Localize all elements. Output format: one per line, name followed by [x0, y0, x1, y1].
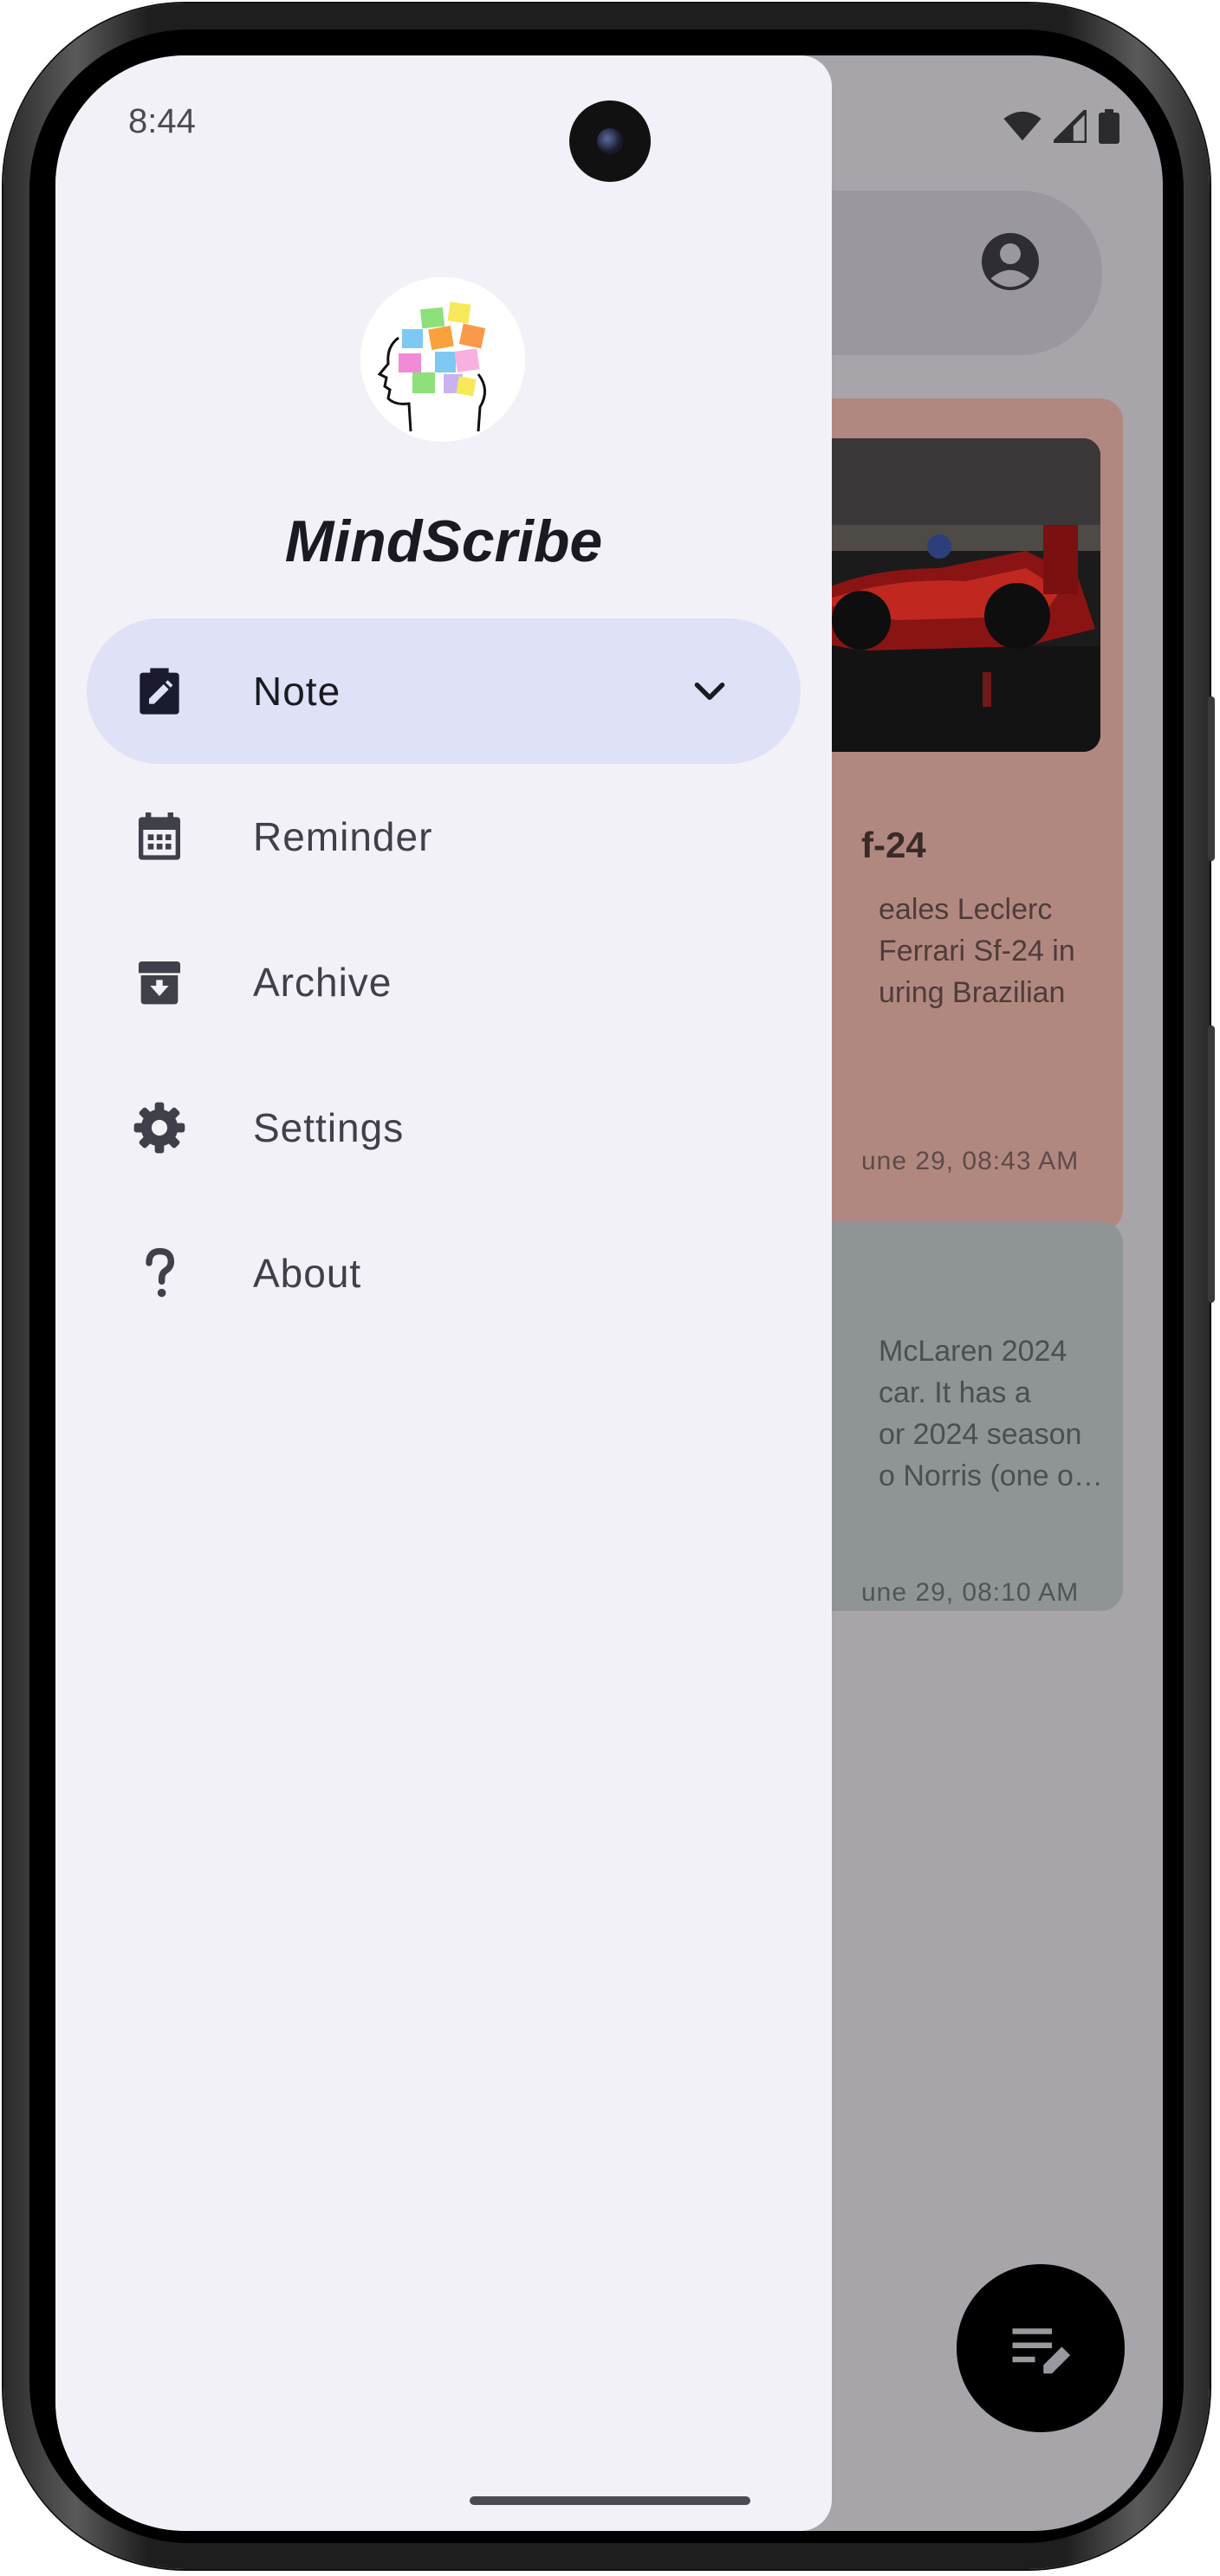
wifi-icon: [1003, 111, 1042, 141]
drawer-item-settings[interactable]: Settings: [87, 1055, 801, 1201]
power-button: [1208, 696, 1215, 861]
archive-icon: [139, 961, 180, 1005]
drawer-item-label: Archive: [253, 960, 393, 1005]
note-date: une 29, 08:10 AM: [861, 1578, 1080, 1607]
volume-button: [1208, 1026, 1215, 1303]
app-name: MindScribe: [284, 508, 603, 574]
battery-icon: [1099, 109, 1119, 144]
gear-icon: [133, 1102, 185, 1154]
calendar-icon: [139, 812, 180, 860]
drawer-item-note[interactable]: Note: [87, 618, 801, 764]
screen: f-24 eales Leclerc Ferrari Sf-24 in urin…: [55, 55, 1163, 2531]
status-time: 8:44: [128, 102, 196, 140]
question-mark-icon: [146, 1247, 175, 1298]
drawer-item-reminder[interactable]: Reminder: [87, 764, 801, 909]
drawer-item-archive[interactable]: Archive: [87, 909, 801, 1055]
drawer-item-label: About: [253, 1251, 362, 1296]
navigation-drawer: 8:44 MindScribe Note Reminder Archive Se…: [55, 55, 832, 2531]
phone-frame: f-24 eales Leclerc Ferrari Sf-24 in urin…: [3, 3, 1215, 2569]
home-indicator[interactable]: [470, 2496, 750, 2505]
note-body: McLaren 2024 car. It has a or 2024 seaso…: [879, 1335, 1103, 1492]
account-circle-icon[interactable]: [979, 230, 1042, 293]
status-icons: [1003, 109, 1119, 144]
note-body: eales Leclerc Ferrari Sf-24 in uring Bra…: [879, 893, 1075, 1009]
chevron-down-icon[interactable]: [688, 670, 731, 713]
signal-icon: [1054, 110, 1087, 143]
new-note-icon: [1012, 2328, 1071, 2374]
app-logo: [360, 277, 525, 442]
drawer-item-label: Settings: [253, 1105, 405, 1150]
new-note-fab[interactable]: [957, 2264, 1125, 2432]
note-date: une 29, 08:43 AM: [861, 1147, 1080, 1175]
note-edit-icon: [140, 668, 179, 715]
note-title: f-24: [861, 825, 926, 865]
front-camera: [569, 100, 651, 182]
drawer-item-label: Note: [253, 669, 341, 714]
drawer-item-about[interactable]: About: [87, 1201, 801, 1346]
drawer-item-label: Reminder: [253, 814, 433, 859]
